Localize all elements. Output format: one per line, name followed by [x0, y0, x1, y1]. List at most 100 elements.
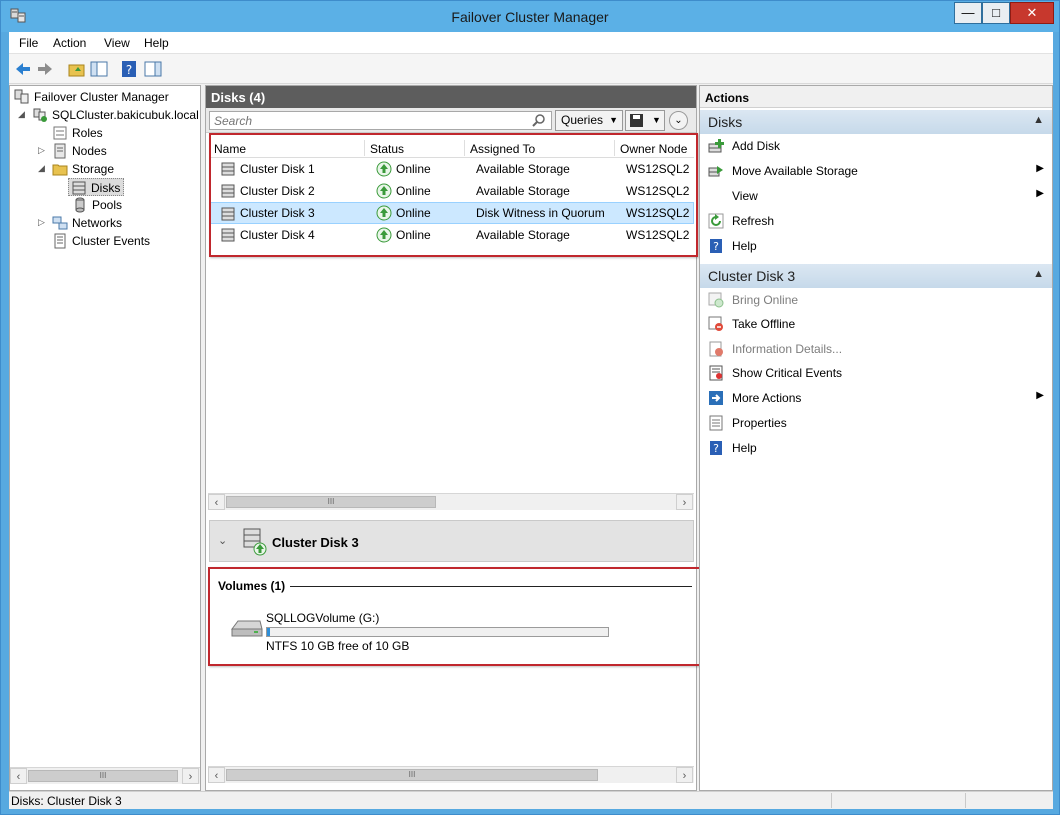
save-query-button[interactable]: ▼	[625, 110, 665, 131]
toolbar: ?	[9, 54, 1053, 84]
action-view[interactable]: View ▶	[700, 184, 1052, 208]
actions-section-cluster-disk-3[interactable]: Cluster Disk 3 ▲	[700, 264, 1052, 288]
properties-icon	[709, 415, 723, 431]
collapse-caret-icon[interactable]: ▲	[1033, 114, 1044, 126]
bring-online-icon	[708, 292, 724, 308]
actions-pane: Actions Disks ▲ Add Disk Move Available …	[699, 85, 1053, 791]
menu-file[interactable]: File	[19, 36, 38, 50]
actions-title: Actions	[700, 86, 1052, 108]
storage-folder-icon	[52, 164, 68, 176]
action-information-details[interactable]: Information Details...	[700, 337, 1052, 361]
action-take-offline[interactable]: Take Offline	[700, 312, 1052, 336]
menu-help[interactable]: Help	[144, 36, 169, 50]
action-add-disk[interactable]: Add Disk	[700, 134, 1052, 158]
show-hide-action-pane-icon[interactable]	[143, 59, 163, 79]
scroll-thumb[interactable]: III	[226, 769, 598, 781]
submenu-arrow-icon: ▶	[1036, 163, 1044, 174]
actions-section-disks[interactable]: Disks ▲	[700, 110, 1052, 134]
add-disk-icon	[708, 139, 724, 153]
cluster-manager-icon	[14, 89, 29, 104]
scroll-right-arrow-icon[interactable]: ›	[676, 494, 693, 510]
move-storage-icon	[708, 166, 723, 177]
tree-item-storage[interactable]: ◢ Storage	[12, 160, 200, 178]
action-more-actions[interactable]: More Actions ▶	[700, 386, 1052, 410]
disks-icon	[72, 181, 86, 195]
svg-text:?: ?	[713, 442, 719, 455]
search-icon[interactable]	[532, 113, 546, 127]
tree-item-pools[interactable]: Pools	[12, 196, 200, 214]
help-icon: ?	[710, 239, 722, 253]
svg-text:?: ?	[713, 240, 719, 253]
up-folder-icon[interactable]	[67, 59, 87, 79]
action-show-critical-events[interactable]: Show Critical Events	[700, 361, 1052, 385]
collapse-chevron-icon[interactable]: ⌄	[218, 534, 227, 547]
scroll-right-arrow-icon[interactable]: ›	[676, 767, 693, 783]
app-window: Failover Cluster Manager — □ ✕ File Acti…	[0, 0, 1060, 815]
tree-item-nodes[interactable]: ▷ Nodes	[12, 142, 200, 160]
expanded-chevron-icon[interactable]: ◢	[18, 109, 25, 120]
search-input[interactable]	[209, 111, 552, 130]
queries-dropdown[interactable]: Queries ▼	[555, 110, 623, 131]
show-hide-tree-icon[interactable]	[89, 59, 109, 79]
submenu-arrow-icon: ▶	[1036, 188, 1044, 199]
refresh-icon	[708, 213, 724, 229]
title-bar[interactable]: Failover Cluster Manager — □ ✕	[1, 1, 1059, 32]
scroll-left-arrow-icon[interactable]: ‹	[208, 494, 225, 510]
information-details-icon	[709, 341, 723, 357]
scroll-thumb[interactable]: III	[226, 496, 436, 508]
tree-cluster[interactable]: ◢ SQLCluster.bakicubuk.local	[12, 106, 200, 124]
scroll-left-arrow-icon[interactable]: ‹	[208, 767, 225, 783]
tree-item-disks[interactable]: Disks	[68, 178, 124, 196]
tree-horizontal-scrollbar[interactable]: ‹ III ›	[10, 767, 200, 784]
action-properties[interactable]: Properties	[700, 411, 1052, 435]
detail-horizontal-scrollbar[interactable]: ‹ III ›	[208, 766, 694, 783]
close-button[interactable]: ✕	[1010, 2, 1054, 24]
scroll-right-arrow-icon[interactable]: ›	[182, 768, 199, 784]
help-icon: ?	[710, 441, 722, 455]
scroll-left-arrow-icon[interactable]: ‹	[10, 768, 27, 784]
menu-action[interactable]: Action	[53, 36, 86, 50]
action-bring-online[interactable]: Bring Online	[700, 288, 1052, 312]
action-refresh[interactable]: Refresh	[700, 209, 1052, 233]
detail-title: Cluster Disk 3	[272, 535, 359, 550]
minimize-button[interactable]: —	[954, 2, 982, 24]
action-help-2[interactable]: ? Help	[700, 436, 1052, 460]
tree-root[interactable]: Failover Cluster Manager	[12, 88, 200, 106]
forward-arrow-icon[interactable]	[35, 59, 55, 79]
collapsed-chevron-icon[interactable]: ▷	[38, 145, 45, 156]
submenu-arrow-icon: ▶	[1036, 390, 1044, 401]
status-bar: Disks: Cluster Disk 3	[9, 791, 1053, 809]
detail-header: ⌄ Cluster Disk 3	[209, 520, 694, 562]
menu-view[interactable]: View	[104, 36, 130, 50]
save-icon	[630, 114, 643, 127]
disks-pane: Disks (4) Queries ▼ ▼ ⌄ Name Status	[205, 85, 702, 791]
maximize-button[interactable]: □	[982, 2, 1010, 24]
dropdown-arrow-icon: ▼	[652, 115, 661, 125]
window-title: Failover Cluster Manager	[451, 9, 609, 25]
expanded-chevron-icon[interactable]: ◢	[38, 163, 45, 174]
action-move-available-storage[interactable]: Move Available Storage ▶	[700, 159, 1052, 183]
status-text: Disks: Cluster Disk 3	[11, 794, 122, 808]
nodes-icon	[54, 143, 66, 159]
action-help[interactable]: ? Help	[700, 234, 1052, 258]
grid-horizontal-scrollbar[interactable]: ‹ III ›	[208, 493, 694, 510]
tree-item-cluster-events[interactable]: Cluster Events	[12, 232, 200, 250]
back-arrow-icon[interactable]	[13, 59, 33, 79]
pane-title: Disks (4)	[211, 90, 266, 105]
tree-item-roles[interactable]: Roles	[12, 124, 200, 142]
critical-events-icon	[709, 365, 723, 381]
scroll-thumb[interactable]: III	[28, 770, 178, 782]
more-actions-icon	[709, 391, 723, 405]
collapse-caret-icon[interactable]: ▲	[1033, 268, 1044, 280]
collapsed-chevron-icon[interactable]: ▷	[38, 217, 45, 228]
pools-icon	[75, 197, 85, 213]
highlight-box-volumes	[208, 567, 702, 666]
roles-icon	[53, 126, 67, 140]
dropdown-arrow-icon: ▼	[609, 115, 618, 125]
help-icon[interactable]: ?	[119, 59, 139, 79]
menu-bar: File Action View Help	[9, 32, 1053, 54]
svg-text:?: ?	[126, 63, 132, 77]
pane-header: Disks (4)	[206, 86, 696, 108]
tree-item-networks[interactable]: ▷ Networks	[12, 214, 200, 232]
collapse-pane-chevron-icon[interactable]: ⌄	[669, 111, 688, 130]
